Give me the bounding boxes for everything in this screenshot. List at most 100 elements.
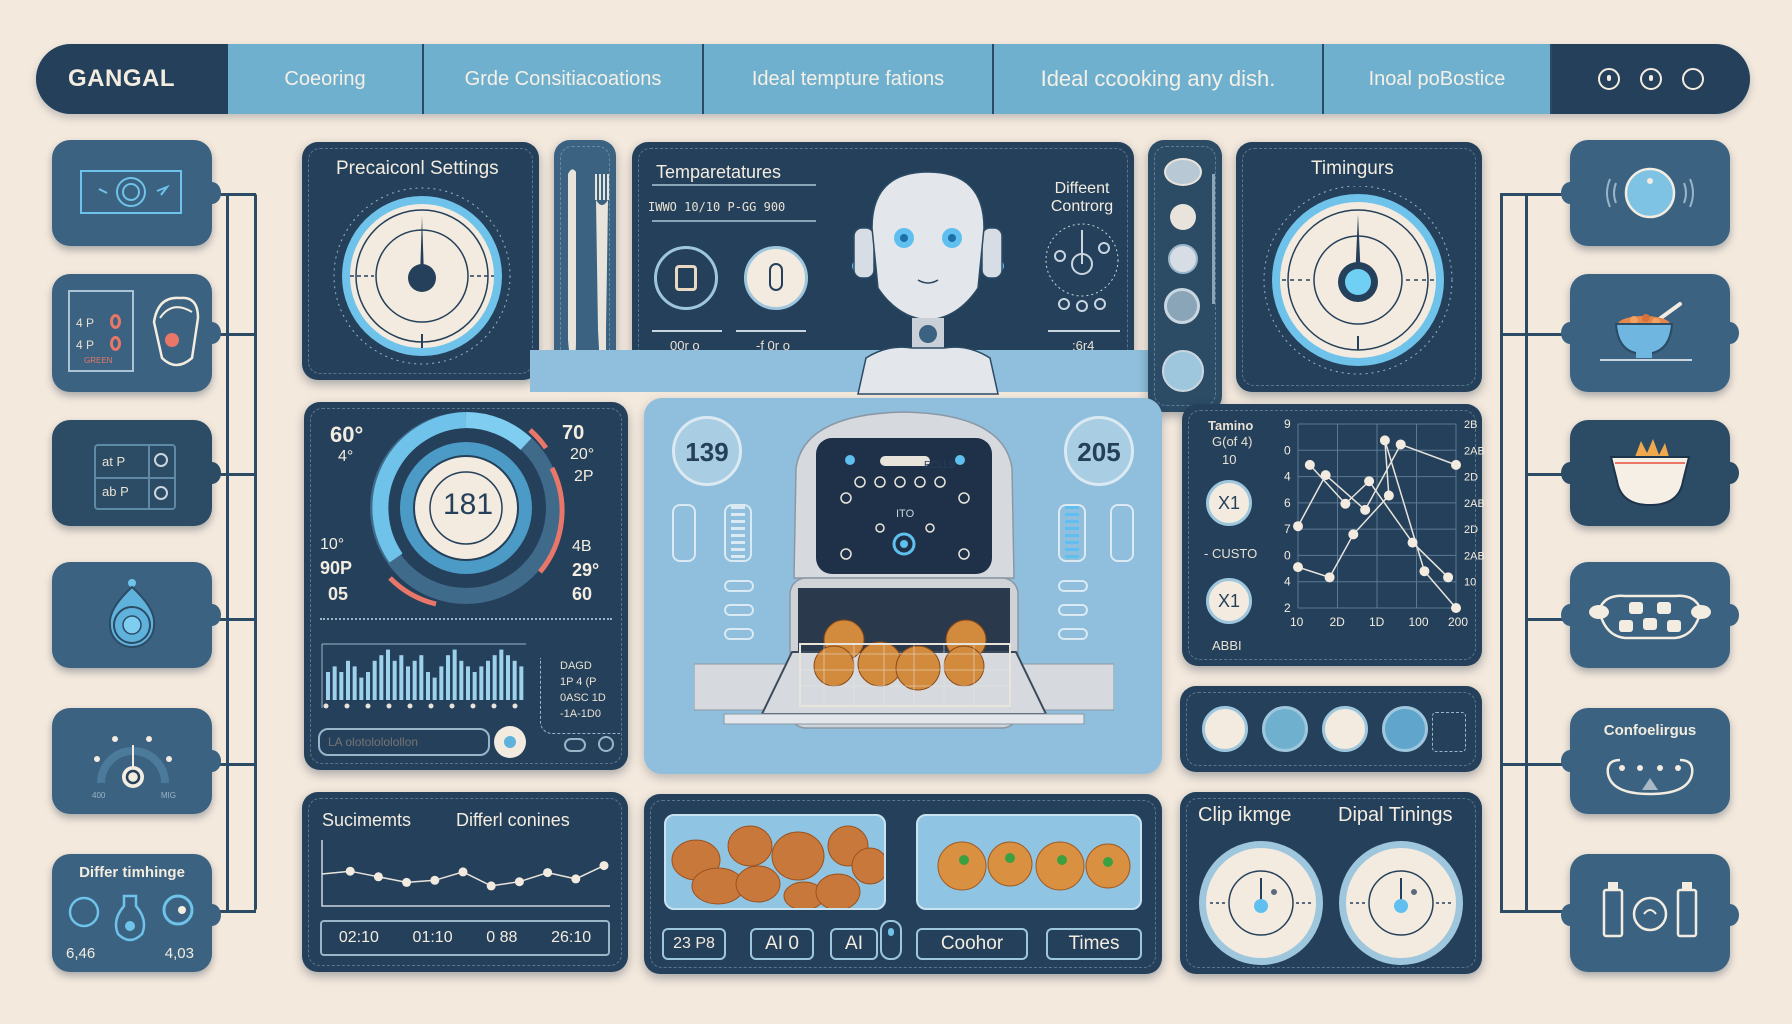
- left-tile-timings[interactable]: Differ timhinge 6,46 4,03: [52, 854, 221, 972]
- connector-line: [226, 193, 229, 911]
- data-point: [543, 868, 553, 878]
- confirm-button[interactable]: [494, 726, 526, 758]
- right-tile-sound[interactable]: [1561, 140, 1730, 246]
- circle-icon[interactable]: [1682, 68, 1704, 90]
- histogram-bar: [459, 660, 464, 700]
- ring-icon[interactable]: [1382, 706, 1428, 752]
- y2-tick-label: 2D: [1464, 524, 1478, 536]
- right-tile-configurations[interactable]: Confoelirgus: [1561, 708, 1730, 814]
- connector-line: [226, 763, 256, 766]
- tab-ideal-practice[interactable]: Inoal poBostice: [1324, 44, 1552, 114]
- ai-zero-button[interactable]: AI 0: [750, 928, 814, 960]
- air-fryer-panel: 139 205 ECLLB ITO: [644, 398, 1162, 774]
- precision-settings-panel: Precaiconl Settings: [302, 142, 539, 380]
- cloud-icon[interactable]: [1262, 706, 1308, 752]
- data-point: [486, 881, 496, 891]
- tab-cooking[interactable]: Coeoring: [228, 44, 424, 114]
- tray-icon: [1589, 594, 1711, 640]
- x-tick-label: 10: [1290, 615, 1304, 629]
- robot-avatar: [852, 171, 1004, 395]
- bowl-icon[interactable]: [1432, 712, 1466, 752]
- data-point: [1360, 504, 1371, 515]
- left-tile-dial-display[interactable]: [52, 140, 221, 246]
- ingredient-icon[interactable]: [1168, 244, 1198, 274]
- timing-dial[interactable]: [1258, 186, 1458, 386]
- histogram-bar: [466, 666, 470, 700]
- air-fryer-illustration: [694, 411, 1114, 729]
- tick-marker: [428, 703, 434, 709]
- x1-button-top[interactable]: X1: [1206, 480, 1252, 526]
- precision-dial[interactable]: [322, 186, 522, 376]
- connector-line: [1500, 910, 1570, 913]
- cutlery-icon: [568, 169, 609, 368]
- temperature-dial-1[interactable]: [654, 246, 718, 310]
- y-tick-label: 2: [1284, 601, 1291, 615]
- food-outline-icon: [152, 296, 200, 367]
- ingredient-icon[interactable]: [1164, 288, 1200, 324]
- tick-marker: [344, 703, 350, 709]
- temperature-dial-2[interactable]: [744, 246, 808, 310]
- data-point: [1379, 435, 1390, 446]
- data-point: [1443, 572, 1454, 583]
- sound-wave-icon: [1606, 167, 1694, 219]
- times-button[interactable]: Times: [1046, 928, 1142, 960]
- gauge-icon: [94, 736, 172, 788]
- histogram-bar: [406, 666, 410, 700]
- histogram-bar: [372, 660, 377, 700]
- dot-icon[interactable]: [1640, 68, 1662, 90]
- left-tile-gauge[interactable]: 400 MIG: [52, 708, 221, 814]
- ai-toggle[interactable]: [880, 920, 902, 960]
- y2-tick-label: 2AB: [1464, 550, 1485, 562]
- dot-icon[interactable]: [1598, 68, 1620, 90]
- left-tile-settings-card[interactable]: 4 P 4 P GREEN: [52, 274, 221, 392]
- left-tile-toggle-panel[interactable]: at P ab P: [52, 420, 221, 526]
- ingredient-icon[interactable]: [1170, 204, 1196, 230]
- histogram-bar: [479, 666, 484, 700]
- scrollbar[interactable]: [1212, 174, 1215, 304]
- left-tile-knob[interactable]: [52, 562, 221, 668]
- right-tile-bottles[interactable]: [1561, 854, 1739, 972]
- right-tile-fries-bowl[interactable]: [1561, 420, 1739, 526]
- tab-ideal-temperature[interactable]: Ideal tempture fations: [704, 44, 994, 114]
- line-chart: [321, 840, 610, 907]
- y-tick-label: 9: [1284, 417, 1291, 431]
- clip-image-dial[interactable]: [1196, 838, 1326, 968]
- icon-strip: [1180, 686, 1482, 772]
- toggle-panel-icon: at P ab P: [94, 444, 176, 510]
- data-point: [1419, 566, 1430, 577]
- clock-icon[interactable]: [1202, 706, 1248, 752]
- bottles-icon: [1602, 882, 1698, 938]
- timings-panel: Timingurs: [1236, 142, 1482, 392]
- histogram-bar: [339, 672, 344, 700]
- top-nav-bar: GANGAL Coeoring Grde Consitiacoations Id…: [36, 44, 1750, 114]
- temperature-button[interactable]: 23 P8: [662, 928, 726, 960]
- settings-card-icon: 4 P 4 P GREEN: [68, 290, 134, 372]
- ingredient-icon[interactable]: [1162, 350, 1204, 392]
- dumplings-tray[interactable]: [916, 814, 1142, 910]
- right-tile-food-bowl[interactable]: [1561, 274, 1739, 392]
- x1-button-bottom[interactable]: X1: [1206, 578, 1252, 624]
- controls-dial[interactable]: [1042, 220, 1122, 320]
- brand-logo[interactable]: GANGAL: [36, 44, 228, 114]
- cloud-icon[interactable]: [564, 738, 586, 752]
- info-icon[interactable]: [598, 736, 614, 752]
- dipal-timings-dial[interactable]: [1336, 838, 1466, 968]
- nuggets-tray[interactable]: [664, 814, 886, 910]
- search-input[interactable]: [318, 728, 490, 756]
- tab-configurations[interactable]: Grde Consitiacoations: [424, 44, 704, 114]
- right-tile-tray[interactable]: [1561, 562, 1739, 668]
- data-point: [571, 874, 581, 884]
- series-line: [1309, 464, 1449, 578]
- connector-line: [226, 333, 256, 336]
- slider-left-1[interactable]: [672, 504, 696, 562]
- ingredient-icon[interactable]: [1164, 158, 1202, 186]
- y2-tick-label: 2D: [1464, 472, 1478, 484]
- check-icon[interactable]: [1322, 706, 1368, 752]
- tab-ideal-cooking[interactable]: Ideal ccooking any dish.: [994, 44, 1324, 114]
- ai-button[interactable]: AI: [830, 928, 878, 960]
- connector-line: [1500, 193, 1570, 196]
- dial-display-icon: [80, 170, 182, 214]
- fries-bowl-icon: [1609, 439, 1691, 507]
- x-tick-label: 1D: [1369, 615, 1385, 629]
- cooker-button[interactable]: Coohor: [916, 928, 1028, 960]
